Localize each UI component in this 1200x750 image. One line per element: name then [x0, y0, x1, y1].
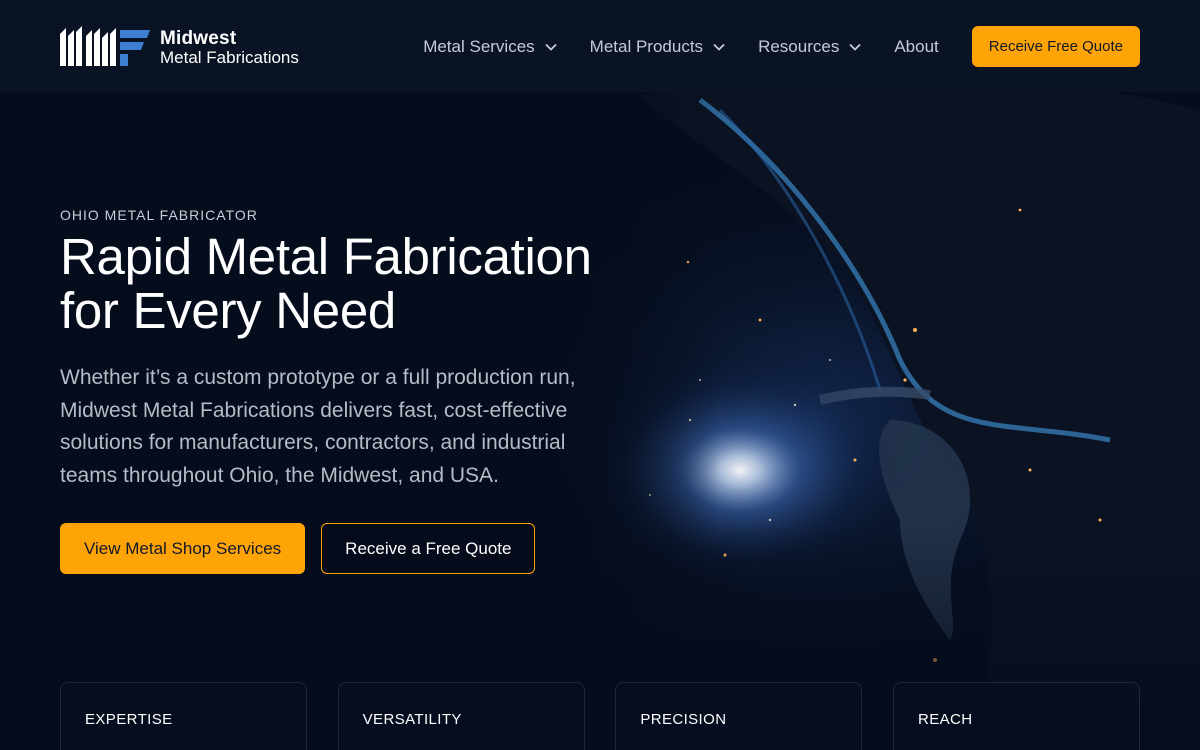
chevron-down-icon — [849, 43, 861, 51]
page: Midwest Metal Fabrications Metal Service… — [0, 0, 1200, 750]
chevron-down-icon — [545, 43, 557, 51]
hero-cta-group: View Metal Shop Services Receive a Free … — [60, 523, 536, 574]
nav-item-label: Resources — [758, 36, 840, 56]
hero-headline: Rapid Metal Fabrication for Every Need — [60, 230, 680, 338]
feature-card-title: VERSATILITY — [362, 711, 462, 728]
nav-item-resources[interactable]: Resources — [758, 37, 861, 57]
nav-item-label: Metal Products — [589, 36, 704, 56]
feature-card-reach: REACH — [892, 682, 1140, 750]
hero-eyebrow: OHIO METAL FABRICATOR — [60, 207, 258, 223]
nav-item-metal-services[interactable]: Metal Services — [423, 36, 557, 57]
nav-item-label: Metal Services — [423, 36, 535, 56]
feature-card-precision: PRECISION — [615, 682, 863, 750]
free-quote-button[interactable]: Receive a Free Quote — [321, 523, 536, 574]
hero-headline-line1: Rapid Metal Fabrication — [60, 228, 592, 285]
feature-card-title: REACH — [917, 711, 973, 728]
chevron-down-icon — [713, 43, 725, 51]
logo-wordmark-line2: Metal Fabrications — [160, 47, 299, 67]
logo[interactable]: Midwest Metal Fabrications — [60, 26, 299, 68]
logo-wordmark-line1: Midwest — [160, 27, 237, 49]
nav-item-label: About — [894, 36, 939, 56]
feature-card-title: PRECISION — [640, 711, 727, 728]
view-services-button[interactable]: View Metal Shop Services — [60, 523, 306, 574]
nav-item-metal-products[interactable]: Metal Products — [590, 37, 725, 57]
hero-headline-line2: for Every Need — [60, 282, 396, 339]
mwf-logo-icon — [60, 26, 150, 66]
feature-card-expertise: EXPERTISE — [60, 682, 307, 750]
receive-free-quote-button[interactable]: Receive Free Quote — [971, 26, 1140, 67]
feature-card-title: EXPERTISE — [85, 711, 173, 728]
main-nav: Metal Services Metal Products Resources … — [423, 26, 1140, 67]
nav-item-about[interactable]: About — [894, 37, 938, 57]
site-header: Midwest Metal Fabrications Metal Service… — [0, 0, 1200, 92]
hero-description: Whether it’s a custom prototype or a ful… — [60, 366, 576, 487]
feature-cards: EXPERTISE VERSATILITY PRECISION REACH — [60, 682, 1140, 750]
feature-card-versatility: VERSATILITY — [337, 682, 585, 750]
